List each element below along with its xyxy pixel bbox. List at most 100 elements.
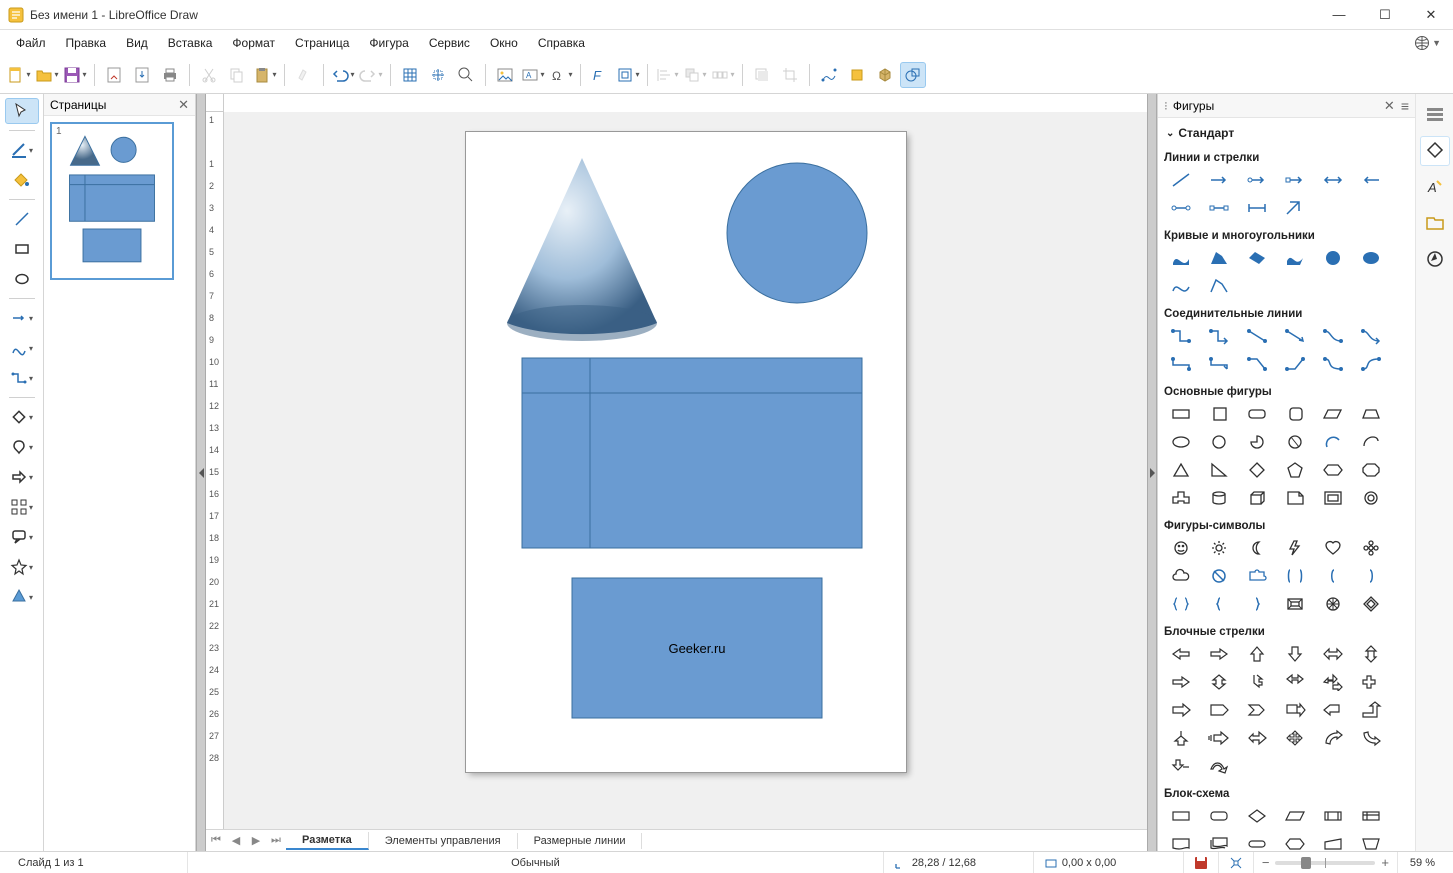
tool-stars[interactable]: ▾ <box>5 554 39 580</box>
shape-fc-document[interactable] <box>1164 832 1198 851</box>
sheet-nav-first[interactable]: ⏮ <box>206 831 226 851</box>
canvas-scroll[interactable]: Geeker.ru <box>224 112 1147 829</box>
sheet-nav-prev[interactable]: ◀ <box>226 831 246 851</box>
shape-pentagon[interactable] <box>1278 458 1312 482</box>
menu-help[interactable]: Справка <box>528 33 595 53</box>
redo-button[interactable]: ▾ <box>358 62 384 88</box>
shape-chord[interactable] <box>1278 430 1312 454</box>
shapes-sidebar-menu[interactable]: ≡ <box>1401 98 1409 114</box>
shape-roundrect[interactable] <box>1240 402 1274 426</box>
shape-conn-5[interactable] <box>1316 324 1350 348</box>
shape-lightning[interactable] <box>1278 536 1312 560</box>
shape-ba-26[interactable] <box>1202 754 1236 778</box>
shape-parallelogram[interactable] <box>1316 402 1350 426</box>
menu-tools[interactable]: Сервис <box>419 33 480 53</box>
shape-ba-9[interactable] <box>1240 670 1274 694</box>
pages-panel-body[interactable]: 1 <box>44 116 195 851</box>
shape-conn-6[interactable] <box>1354 324 1388 348</box>
shape-polygon45-fill[interactable] <box>1240 246 1274 270</box>
shape-ba-10[interactable] <box>1278 670 1312 694</box>
shape-triangle[interactable] <box>1164 458 1198 482</box>
shape-conn-8[interactable] <box>1202 352 1236 376</box>
tool-arrows[interactable]: ▾ <box>5 305 39 331</box>
shape-line-45[interactable] <box>1278 196 1312 220</box>
shapes-sidebar-close[interactable]: ✕ <box>1384 98 1395 114</box>
shape-diamond[interactable] <box>1240 458 1274 482</box>
shape-fc-predef[interactable] <box>1316 804 1350 828</box>
shape-moon[interactable] <box>1240 536 1274 560</box>
shape-freeform-line[interactable] <box>1164 274 1198 298</box>
shape-no-entry[interactable] <box>1202 564 1236 588</box>
shape-smiley[interactable] <box>1164 536 1198 560</box>
tool-symbol-shapes[interactable]: ▾ <box>5 434 39 460</box>
sidebar-tab-properties[interactable] <box>1420 100 1450 130</box>
sidebar-tab-navigator[interactable] <box>1420 244 1450 274</box>
copy-button[interactable] <box>224 62 250 88</box>
insert-special-char-button[interactable]: Ω▾ <box>548 62 574 88</box>
tool-curves[interactable]: ▾ <box>5 335 39 361</box>
shape-frame[interactable] <box>1316 486 1350 510</box>
export-button[interactable] <box>129 62 155 88</box>
shape-bevel[interactable] <box>1278 592 1312 616</box>
zoom-out-button[interactable]: − <box>1262 855 1270 870</box>
shape-polygon-line[interactable] <box>1202 274 1236 298</box>
minimize-button[interactable]: — <box>1325 7 1353 23</box>
tool-line-color[interactable]: ▾ <box>5 137 39 163</box>
shape-left-brace[interactable] <box>1202 592 1236 616</box>
maximize-button[interactable]: ☐ <box>1371 7 1399 23</box>
shape-curve-fill[interactable] <box>1316 246 1350 270</box>
sheet-nav-last[interactable]: ⏭ <box>266 831 286 851</box>
shape-left-bracket[interactable] <box>1316 564 1350 588</box>
shapes-root-header[interactable]: ⌄ Стандарт <box>1164 122 1411 146</box>
tool-fill-color[interactable] <box>5 167 39 193</box>
shape-arrow-start[interactable] <box>1354 168 1388 192</box>
shape-ba-down[interactable] <box>1278 642 1312 666</box>
shape-ba-return[interactable] <box>1316 698 1350 722</box>
undo-button[interactable]: ▾ <box>330 62 356 88</box>
shape-fc-manual-input[interactable] <box>1316 832 1350 851</box>
menu-edit[interactable]: Правка <box>56 33 117 53</box>
shape-arrow-square-both[interactable] <box>1202 196 1236 220</box>
shape-heart[interactable] <box>1316 536 1350 560</box>
left-panel-splitter[interactable] <box>196 94 206 851</box>
cut-button[interactable] <box>196 62 222 88</box>
paste-button[interactable]: ▾ <box>252 62 278 88</box>
page[interactable]: Geeker.ru <box>466 132 906 772</box>
right-panel-splitter[interactable] <box>1147 94 1157 851</box>
zoom-value[interactable]: 59 % <box>1397 852 1445 873</box>
sheet-nav-next[interactable]: ▶ <box>246 831 266 851</box>
shape-conn-10[interactable] <box>1278 352 1312 376</box>
insert-textbox-button[interactable]: A▾ <box>520 62 546 88</box>
shape-ba-up[interactable] <box>1240 642 1274 666</box>
tool-flowchart[interactable]: ▾ <box>5 494 39 520</box>
shape-conn-3[interactable] <box>1240 324 1274 348</box>
shape-fc-process[interactable] <box>1164 804 1198 828</box>
shape-ba-8[interactable] <box>1202 670 1236 694</box>
shape-square[interactable] <box>1202 402 1236 426</box>
fontwork-button[interactable]: F <box>587 62 613 88</box>
edit-points-button[interactable] <box>816 62 842 88</box>
shape-ba-25[interactable] <box>1164 754 1198 778</box>
shape-ring[interactable] <box>1354 486 1388 510</box>
menu-insert[interactable]: Вставка <box>158 33 223 53</box>
shape-cloud[interactable] <box>1164 564 1198 588</box>
sidebar-tab-styles[interactable]: A <box>1420 172 1450 202</box>
shape-ba-quad[interactable] <box>1278 726 1312 750</box>
shape-arc2[interactable] <box>1316 430 1350 454</box>
menu-window[interactable]: Окно <box>480 33 528 53</box>
shape-double-bracket[interactable] <box>1278 564 1312 588</box>
shape-folded-corner[interactable] <box>1278 486 1312 510</box>
page-thumbnail[interactable]: 1 <box>50 122 174 280</box>
shape-ba-curved[interactable] <box>1316 726 1350 750</box>
open-button[interactable]: ▾ <box>34 62 60 88</box>
transform-button[interactable]: ▾ <box>615 62 641 88</box>
tool-callouts[interactable]: ▾ <box>5 524 39 550</box>
menu-view[interactable]: Вид <box>116 33 158 53</box>
tool-select[interactable] <box>5 98 39 124</box>
shape-dimension-line[interactable] <box>1240 196 1274 220</box>
menu-file[interactable]: Файл <box>6 33 56 53</box>
clone-format-button[interactable] <box>291 62 317 88</box>
shape-puzzle[interactable] <box>1240 564 1274 588</box>
shape-arrow-square[interactable] <box>1278 168 1312 192</box>
shape-conn-11[interactable] <box>1316 352 1350 376</box>
